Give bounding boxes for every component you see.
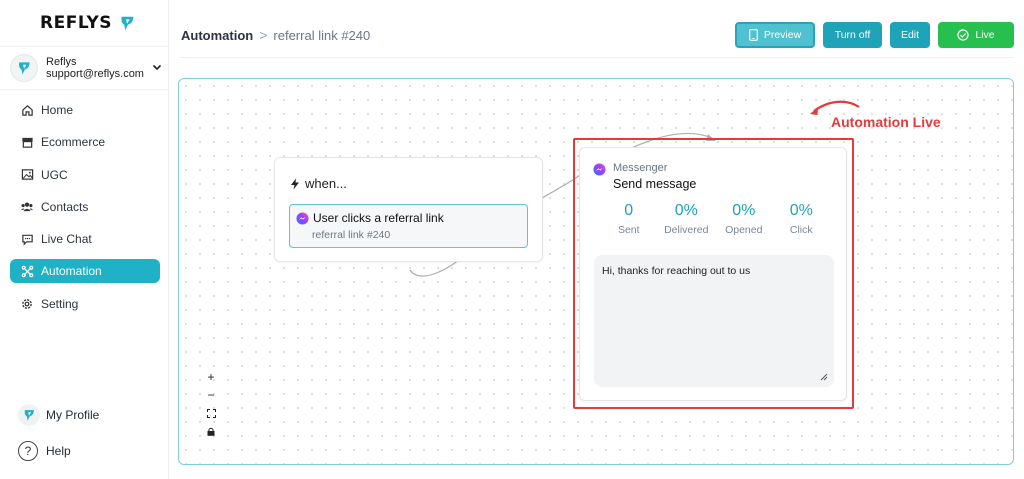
- trigger-node[interactable]: when... User clicks a referral link refe…: [274, 157, 543, 262]
- stat-label: Delivered: [664, 224, 709, 236]
- stat-label: Sent: [617, 224, 640, 236]
- sidebar-item-label: Ecommerce: [41, 135, 106, 150]
- account-email: support@reflys.com: [46, 68, 144, 80]
- stat-opened: 0% Opened: [715, 202, 773, 236]
- fit-view-icon: [206, 408, 216, 418]
- messenger-icon: [296, 211, 309, 225]
- chevron-down-icon[interactable]: [151, 61, 163, 73]
- live-label: Live: [975, 29, 995, 41]
- help-link[interactable]: ? Help: [18, 441, 71, 461]
- gear-icon: [20, 297, 34, 311]
- avatar: [10, 54, 38, 82]
- stat-value: 0%: [789, 202, 813, 219]
- sidebar-item-home[interactable]: Home: [10, 98, 160, 122]
- zoom-controls: + −: [203, 368, 219, 440]
- trigger-item-title: User clicks a referral link: [313, 211, 444, 225]
- header-divider: [180, 57, 1014, 58]
- contacts-icon: [20, 200, 34, 214]
- my-profile-link[interactable]: My Profile: [18, 404, 99, 426]
- stat-delivered: 0% Delivered: [658, 202, 716, 236]
- message-node-channel: Messenger: [613, 162, 668, 174]
- image-icon: [20, 168, 34, 182]
- sidebar-item-label: Home: [41, 103, 74, 117]
- home-icon: [20, 103, 34, 117]
- preview-button[interactable]: Preview: [735, 22, 815, 48]
- live-button[interactable]: Live: [938, 22, 1014, 48]
- brand-logo[interactable]: REFLYS: [40, 12, 136, 34]
- stat-value: 0%: [674, 202, 698, 219]
- preview-label: Preview: [763, 29, 802, 41]
- store-icon: [20, 135, 34, 149]
- help-label: Help: [46, 444, 71, 458]
- check-circle-icon: [957, 29, 969, 41]
- sidebar-item-label: Contacts: [41, 199, 89, 214]
- sidebar-item-label: Setting: [41, 296, 79, 311]
- trigger-node-title: when...: [305, 176, 347, 191]
- my-profile-label: My Profile: [46, 408, 100, 422]
- account-name: Reflys: [46, 56, 77, 68]
- brand-mark-icon: [19, 62, 30, 75]
- trigger-item[interactable]: User clicks a referral link referral lin…: [289, 204, 528, 248]
- automation-icon: [20, 264, 34, 278]
- edit-button[interactable]: Edit: [890, 22, 930, 48]
- stat-value: 0: [624, 202, 634, 219]
- stat-value: 0%: [732, 202, 756, 219]
- message-text-box[interactable]: Hi, thanks for reaching out to us: [594, 255, 834, 387]
- brand-name: REFLYS: [40, 13, 113, 33]
- stat-sent: 0 Sent: [600, 202, 658, 236]
- resize-handle-icon[interactable]: [820, 373, 828, 381]
- breadcrumb-separator: >: [259, 27, 268, 43]
- stat-click: 0% Click: [773, 202, 831, 236]
- annotation-label: Automation Live: [831, 114, 941, 130]
- sidebar-item-label: Live Chat: [41, 232, 92, 247]
- sidebar-nav: Home Ecommerce UGC Contacts Live Chat Au…: [10, 98, 160, 324]
- message-stats: 0 Sent 0% Delivered 0% Opened 0% Click: [600, 202, 830, 236]
- brand-mark-icon: [24, 410, 34, 421]
- page-title: referral link #240: [273, 27, 371, 43]
- sidebar-item-contacts[interactable]: Contacts: [10, 195, 160, 219]
- message-node-title: Send message: [613, 177, 697, 191]
- turn-off-button[interactable]: Turn off: [823, 22, 882, 48]
- sidebar-item-ecommerce[interactable]: Ecommerce: [10, 130, 160, 154]
- lightning-icon: [291, 178, 299, 189]
- trigger-item-subtitle: referral link #240: [312, 229, 391, 241]
- lock-button[interactable]: [203, 422, 219, 440]
- stat-label: Click: [789, 224, 813, 236]
- fit-view-button[interactable]: [203, 404, 219, 422]
- lock-icon: [207, 427, 215, 436]
- breadcrumb-root[interactable]: Automation: [181, 28, 253, 43]
- sidebar-item-automation[interactable]: Automation: [10, 259, 160, 284]
- messenger-icon: [593, 163, 606, 176]
- message-text: Hi, thanks for reaching out to us: [602, 265, 751, 277]
- breadcrumb: Automation > referral link #240: [181, 27, 370, 43]
- zoom-in-button[interactable]: +: [203, 368, 219, 386]
- header-actions: Preview Turn off Edit Live: [735, 22, 1014, 48]
- trigger-node-header: when...: [289, 176, 347, 191]
- sidebar-item-label: UGC: [41, 167, 68, 182]
- avatar: [18, 404, 40, 426]
- account-switcher[interactable]: Reflys support@reflys.com: [0, 46, 169, 90]
- zoom-out-button[interactable]: −: [203, 386, 219, 404]
- brand-mark-icon: [121, 16, 134, 31]
- phone-icon: [748, 29, 758, 41]
- message-node[interactable]: Messenger Send message 0 Sent 0% Deliver…: [579, 147, 847, 401]
- sidebar-item-ugc[interactable]: UGC: [10, 163, 160, 187]
- help-icon: ?: [18, 441, 38, 461]
- stat-label: Opened: [725, 224, 763, 236]
- sidebar-item-setting[interactable]: Setting: [10, 292, 160, 316]
- sidebar-item-label: Automation: [41, 264, 102, 279]
- sidebar: REFLYS Reflys support@reflys.com Home Ec…: [0, 0, 169, 479]
- sidebar-item-live-chat[interactable]: Live Chat: [10, 227, 160, 251]
- chat-icon: [20, 232, 34, 246]
